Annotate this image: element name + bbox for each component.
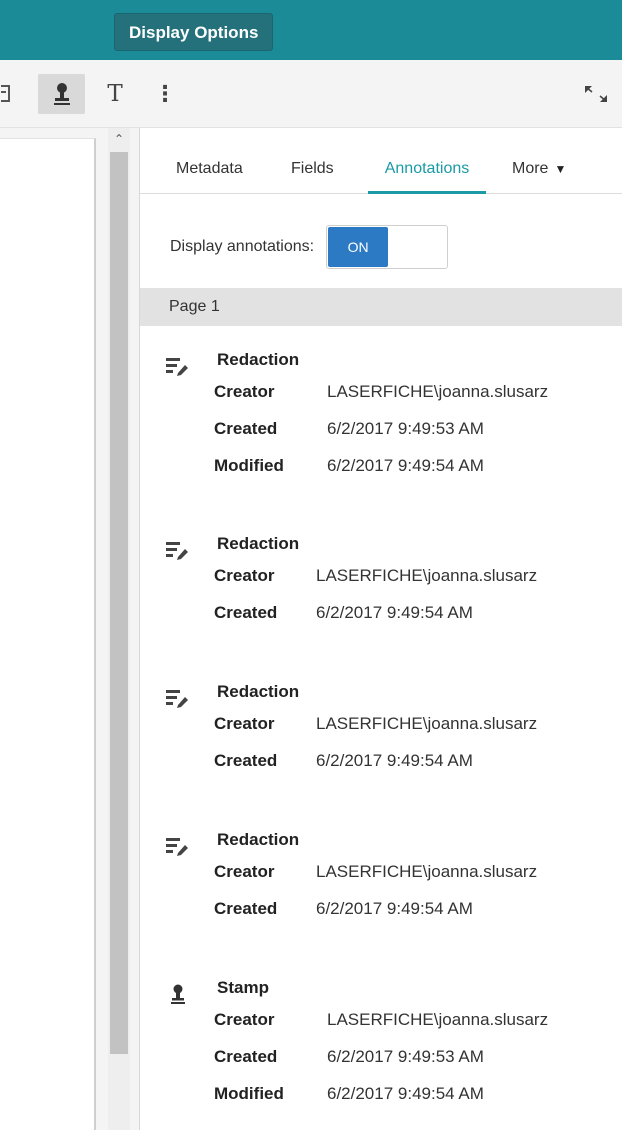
expand-icon[interactable] (580, 78, 612, 110)
annotation-type: Redaction (217, 682, 300, 701)
annotation-type: Redaction (217, 350, 300, 369)
more-options-icon[interactable]: ⋮ (154, 78, 176, 110)
document-viewer: ⌃ (0, 128, 139, 1130)
creator-label: Creator (214, 1010, 275, 1029)
display-annotations-row: Display annotations: ON (170, 225, 449, 269)
properties-panel: Metadata Fields Annotations More ▼ Displa… (139, 128, 622, 1130)
created-label: Created (214, 899, 278, 918)
created-label: Created (214, 751, 278, 770)
modified-value: 6/2/2017 9:49:54 AM (327, 456, 484, 475)
creator-value: LASERFICHE\joanna.slusarz (316, 862, 538, 881)
created-value: 6/2/2017 9:49:53 AM (327, 1047, 484, 1066)
tab-more-label: More (512, 160, 549, 177)
top-bar: Display Options (0, 0, 622, 60)
display-annotations-label: Display annotations: (170, 238, 315, 255)
annotation-type: Stamp (217, 978, 269, 997)
document-page[interactable] (0, 138, 96, 1130)
created-value: 6/2/2017 9:49:54 AM (316, 603, 473, 622)
creator-value: LASERFICHE\joanna.slusarz (327, 382, 549, 401)
creator-label: Creator (214, 714, 275, 733)
page-header: Page 1 (140, 288, 622, 326)
stamp-icon (171, 984, 185, 1004)
scrollbar[interactable]: ⌃ (108, 128, 130, 1130)
creator-value: LASERFICHE\joanna.slusarz (316, 714, 538, 733)
display-annotations-toggle[interactable]: ON (326, 225, 449, 269)
created-value: 6/2/2017 9:49:54 AM (316, 751, 473, 770)
creator-label: Creator (214, 862, 275, 881)
tab-metadata[interactable]: Metadata (176, 128, 260, 194)
creator-label: Creator (214, 566, 275, 585)
stamp-icon (53, 83, 70, 105)
toggle-on-label: ON (328, 227, 389, 267)
caret-down-icon: ▼ (554, 162, 567, 176)
scrollbar-thumb[interactable] (110, 152, 128, 1054)
text-icon[interactable]: T (100, 78, 130, 110)
redaction-icon (166, 838, 188, 856)
created-label: Created (214, 603, 278, 622)
display-options-button[interactable]: Display Options (114, 13, 274, 51)
stamp-tool-button[interactable] (38, 74, 85, 114)
document-icon[interactable] (0, 78, 14, 110)
creator-value: LASERFICHE\joanna.slusarz (316, 566, 538, 585)
scroll-up-icon[interactable]: ⌃ (108, 132, 130, 150)
redaction-icon (166, 690, 188, 708)
redaction-icon (166, 542, 188, 560)
modified-value: 6/2/2017 9:49:54 AM (327, 1084, 484, 1103)
annotation-toolbar: T ⋮ (0, 60, 622, 128)
created-label: Created (214, 1047, 278, 1066)
modified-label: Modified (214, 456, 284, 475)
annotation-type: Redaction (217, 534, 300, 553)
tab-fields[interactable]: Fields (291, 128, 351, 194)
creator-label: Creator (214, 382, 275, 401)
modified-label: Modified (214, 1084, 284, 1103)
redaction-icon (166, 358, 188, 376)
created-value: 6/2/2017 9:49:53 AM (327, 419, 484, 438)
tab-annotations[interactable]: Annotations (368, 128, 486, 194)
panel-tabs: Metadata Fields Annotations More ▼ (140, 128, 622, 194)
creator-value: LASERFICHE\joanna.slusarz (327, 1010, 549, 1029)
tab-more[interactable]: More ▼ (512, 128, 592, 194)
created-value: 6/2/2017 9:49:54 AM (316, 899, 473, 918)
created-label: Created (214, 419, 278, 438)
annotation-type: Redaction (217, 830, 300, 849)
